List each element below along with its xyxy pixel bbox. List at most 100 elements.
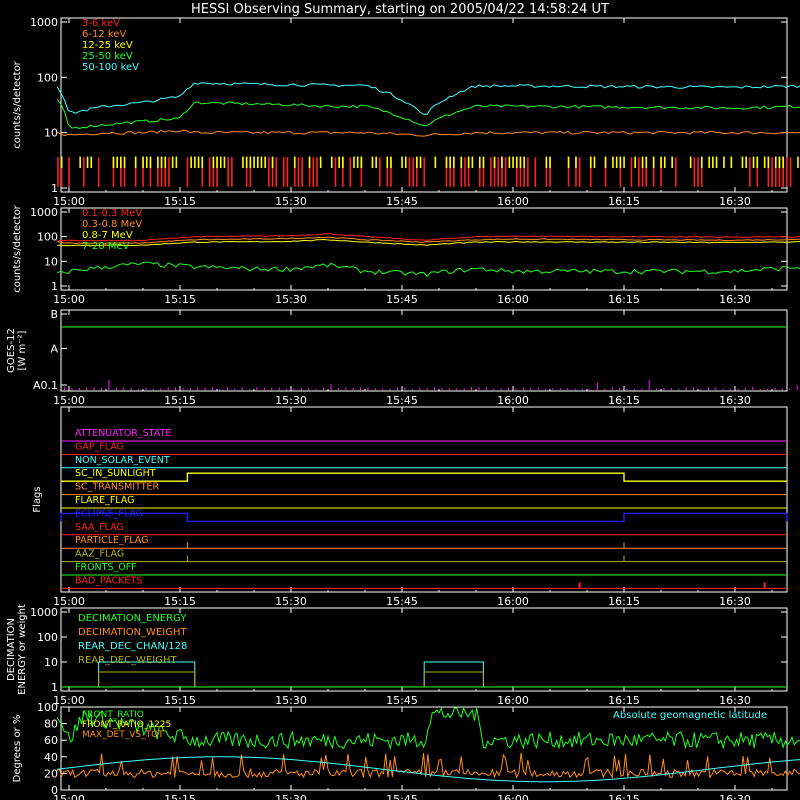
y-axis-label-5: DECIMATION [6, 618, 17, 681]
x-tick-label: 15:30 [275, 195, 307, 208]
x-tick-label: 16:00 [497, 195, 529, 208]
x-tick-label: 15:00 [53, 293, 85, 306]
series-12-25-kev-mark [449, 156, 451, 168]
series-12-25-kev-mark [157, 156, 159, 168]
panel-frame-3 [60, 309, 788, 392]
series-12-25-kev-mark [752, 156, 755, 168]
flag-label: SC_IN_SUNLIGHT [75, 468, 156, 479]
y-tick-label: 100 [37, 701, 58, 714]
y-tick-label: 10 [44, 255, 58, 268]
series-12-25-kev-mark [700, 156, 703, 168]
legend-entry: 7-20 MeV [82, 241, 130, 252]
y-tick-label: 100 [37, 231, 58, 244]
series-12-25-kev-mark [615, 156, 618, 168]
series-12-25-kev-mark [338, 156, 340, 168]
series-12-25-kev-mark [242, 156, 244, 168]
rear-dec-weight-block [423, 671, 484, 687]
series-12-25-kev-mark [645, 156, 648, 168]
series-3-6-kev-mark [504, 157, 507, 187]
series-12-25-kev-mark [445, 156, 448, 168]
series-3-6-kev-mark [630, 157, 633, 187]
flag-label: PARTICLE_FLAG [75, 535, 148, 546]
legend-entry: MAX_DET_VS_TOT [82, 730, 164, 740]
max-det-vs-tot-line [56, 752, 800, 779]
flag-label: BAD_PACKETS [75, 575, 142, 586]
x-tick-label: 16:30 [719, 293, 751, 306]
x-tick-label: 15:15 [164, 694, 196, 707]
series-12-25-kev-mark [164, 156, 167, 168]
series-line-25-50-kev [56, 99, 800, 130]
flag-label: GAP_FLAG [75, 441, 124, 452]
x-tick-label: 16:30 [719, 394, 751, 407]
x-tick-label: 15:30 [275, 793, 307, 800]
series-3-6-kev-mark [771, 157, 773, 187]
series-12-25-kev-mark [160, 156, 163, 168]
series-3-6-kev-mark [297, 157, 300, 187]
series-12-25-kev-mark [782, 156, 784, 168]
series-12-25-kev-mark [797, 156, 799, 168]
series-12-25-kev-mark [575, 156, 577, 168]
rear-dec-weight-block [98, 671, 196, 687]
series-12-25-kev-mark [60, 156, 63, 168]
legend-entry: 3-6 keV [82, 18, 120, 29]
series-12-25-kev-mark [763, 156, 766, 168]
series-12-25-kev-mark [519, 156, 522, 168]
series-12-25-kev-mark [201, 156, 204, 168]
legend-entry: DECIMATION_WEIGHT [78, 627, 187, 638]
series-3-6-kev-mark [83, 157, 85, 187]
y-tick-label: 1 [51, 182, 58, 195]
series-12-25-kev-mark [523, 156, 525, 168]
series-12-25-kev-mark [634, 156, 636, 168]
flag-label: SC_TRANSMITTER [75, 482, 160, 493]
series-12-25-kev-mark [512, 156, 514, 168]
y-axis-label-3: GOES-12 [6, 328, 17, 373]
legend-entry: REAR_DEC_CHAN/128 [78, 641, 187, 652]
flag-label: SAA_FLAG [75, 522, 124, 533]
x-tick-label: 16:15 [608, 195, 640, 208]
series-12-25-kev-mark [256, 156, 259, 168]
legend-entry: 6-12 keV [82, 29, 126, 40]
x-tick-label: 15:45 [386, 394, 418, 407]
series-12-25-kev-mark [356, 156, 359, 168]
series-3-6-kev-mark [334, 157, 337, 187]
series-3-6-kev-mark [208, 157, 211, 187]
series-3-6-kev-mark [527, 157, 529, 187]
series-3-6-kev-mark [789, 157, 792, 187]
series-3-6-kev-mark [316, 157, 318, 187]
series-12-25-kev-mark [663, 156, 666, 168]
x-tick-label: 16:30 [719, 195, 751, 208]
series-line-7-20-mev [57, 261, 800, 278]
series-3-6-kev-mark [57, 157, 59, 187]
series-12-25-kev-mark [353, 156, 355, 168]
x-tick-label: 16:00 [497, 694, 529, 707]
series-3-6-kev-mark [697, 157, 699, 187]
x-tick-label: 16:30 [719, 793, 751, 800]
series-12-25-kev-mark [604, 156, 607, 168]
series-12-25-kev-mark [467, 156, 470, 168]
series-3-6-kev-mark [423, 157, 426, 187]
series-12-25-kev-mark [715, 156, 718, 168]
x-tick-label: 16:00 [497, 394, 529, 407]
y-tick-label: A0.1 [33, 379, 58, 392]
series-3-6-kev-mark [412, 157, 414, 187]
series-12-25-kev-mark [308, 156, 311, 168]
series-12-25-kev-mark [360, 156, 363, 168]
legend-entry: REAR_DEC_WEIGHT [78, 655, 177, 666]
flag-line-eclipse_flag [60, 512, 788, 523]
y-tick-label: 0 [51, 784, 58, 797]
series-12-25-kev-mark [589, 156, 592, 168]
series-12-25-kev-mark [730, 156, 733, 168]
legend-entry: Absolute geomagnetic latitude [613, 710, 767, 721]
series-12-25-kev-mark [145, 156, 148, 168]
x-tick-label: 16:15 [608, 694, 640, 707]
y-tick-label: 60 [44, 734, 58, 747]
series-12-25-kev-mark [134, 156, 137, 168]
y-tick-label: 100 [37, 71, 58, 84]
series-3-6-kev-mark [97, 157, 100, 187]
y-tick-label: 1 [51, 681, 58, 694]
series-12-25-kev-mark [508, 156, 511, 168]
x-tick-label: 15:00 [53, 394, 85, 407]
series-3-6-kev-mark [275, 157, 278, 187]
y-tick-label: 20 [44, 767, 58, 780]
legend-entry: DECIMATION_ENERGY [78, 613, 187, 624]
